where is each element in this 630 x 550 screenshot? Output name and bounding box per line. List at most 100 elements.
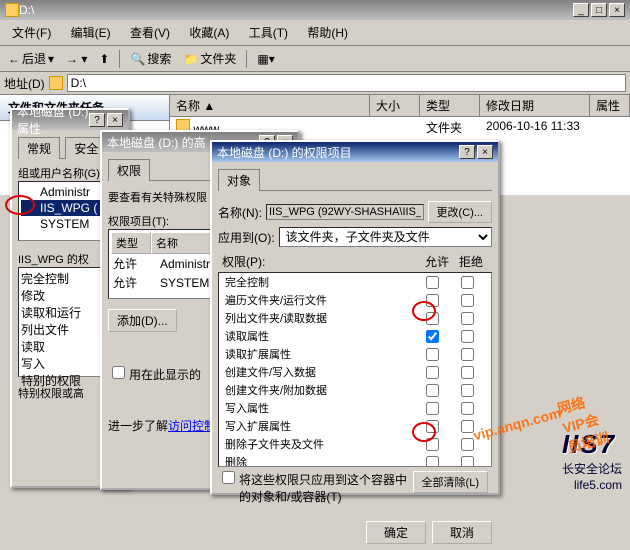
apply-container-checkbox[interactable] — [222, 471, 235, 484]
col-type[interactable]: 类型 — [420, 95, 480, 116]
menu-file[interactable]: 文件(F) — [4, 22, 59, 43]
perm-name: 创建文件/写入数据 — [225, 364, 415, 380]
perm-name: 读取属性 — [225, 328, 415, 344]
allow-checkbox[interactable] — [426, 366, 439, 379]
permission-row: 遍历文件夹/运行文件 — [219, 291, 491, 309]
menu-tools[interactable]: 工具(T) — [241, 22, 296, 43]
allow-header: 允许 — [420, 253, 454, 270]
drive-icon — [49, 76, 63, 90]
deny-checkbox[interactable] — [461, 402, 474, 415]
add-button[interactable]: 添加(D)... — [108, 309, 177, 332]
up-button[interactable]: ⬆ — [95, 50, 113, 68]
dlg1-close[interactable]: × — [107, 113, 123, 127]
allow-checkbox[interactable] — [426, 330, 439, 343]
deny-checkbox[interactable] — [461, 276, 474, 289]
perm-name: 写入扩展属性 — [225, 418, 415, 434]
permission-row: 创建文件/写入数据 — [219, 363, 491, 381]
permission-row: 列出文件夹/读取数据 — [219, 309, 491, 327]
user-icon — [23, 185, 37, 199]
inherit-checkbox[interactable] — [112, 366, 125, 379]
window-title: D:\ — [19, 3, 34, 17]
maximize-button[interactable]: □ — [591, 3, 607, 17]
deny-checkbox[interactable] — [461, 384, 474, 397]
dlg3-help[interactable]: ? — [459, 145, 475, 159]
permission-entry-dialog: 本地磁盘 (D:) 的权限项目 ?× 对象 名称(N): 更改(C)... 应用… — [210, 140, 500, 495]
drive-icon — [5, 3, 19, 17]
addressbar: 地址(D) — [0, 72, 630, 95]
permission-row: 写入属性 — [219, 399, 491, 417]
permission-row: 创建文件夹/附加数据 — [219, 381, 491, 399]
perm-name: 读取扩展属性 — [225, 346, 415, 362]
col-date[interactable]: 修改日期 — [480, 95, 590, 116]
dlg1-titlebar: 本地磁盘 (D:) 属性 ?× — [12, 110, 128, 130]
permission-row: 完全控制 — [219, 273, 491, 291]
allow-checkbox[interactable] — [426, 276, 439, 289]
deny-checkbox[interactable] — [461, 438, 474, 451]
deny-checkbox[interactable] — [461, 330, 474, 343]
col-attr[interactable]: 属性 — [590, 95, 630, 116]
menubar: 文件(F) 编辑(E) 查看(V) 收藏(A) 工具(T) 帮助(H) — [0, 20, 630, 46]
col-name[interactable]: 名称 ▲ — [170, 95, 370, 116]
perm-name: 删除子文件夹及文件 — [225, 436, 415, 452]
menu-view[interactable]: 查看(V) — [122, 22, 178, 43]
close-button[interactable]: × — [609, 3, 625, 17]
dlg3-titlebar: 本地磁盘 (D:) 的权限项目 ?× — [212, 142, 498, 162]
deny-checkbox[interactable] — [461, 456, 474, 468]
perm-name: 遍历文件夹/运行文件 — [225, 292, 415, 308]
perms-label: 权限(P): — [222, 253, 265, 270]
name-field — [266, 204, 424, 220]
permission-row: 删除子文件夹及文件 — [219, 435, 491, 453]
access-control-link[interactable]: 访问控制 — [168, 419, 216, 433]
toolbar: ← 后退 ▾ → ▾ ⬆ 🔍 搜索 📁 文件夹 ▦▾ — [0, 46, 630, 72]
deny-checkbox[interactable] — [461, 294, 474, 307]
minimize-button[interactable]: _ — [573, 3, 589, 17]
ok-button[interactable]: 确定 — [366, 521, 426, 544]
perm-name: 创建文件夹/附加数据 — [225, 382, 415, 398]
name-label: 名称(N): — [218, 204, 262, 221]
cancel-button[interactable]: 取消 — [432, 521, 492, 544]
dlg1-help[interactable]: ? — [89, 113, 105, 127]
deny-checkbox[interactable] — [461, 348, 474, 361]
clear-all-button[interactable]: 全部清除(L) — [413, 471, 488, 493]
allow-checkbox[interactable] — [426, 402, 439, 415]
explorer-titlebar: D:\ _ □ × — [0, 0, 630, 20]
allow-checkbox[interactable] — [426, 420, 439, 433]
search-button[interactable]: 🔍 搜索 — [126, 48, 175, 69]
folders-button[interactable]: 📁 文件夹 — [179, 48, 240, 69]
user-icon — [23, 217, 37, 231]
apply-label: 应用到(O): — [218, 229, 275, 246]
menu-help[interactable]: 帮助(H) — [299, 22, 356, 43]
back-button[interactable]: ← 后退 ▾ — [4, 48, 58, 69]
allow-checkbox[interactable] — [426, 348, 439, 361]
allow-checkbox[interactable] — [426, 294, 439, 307]
perm-name: 写入属性 — [225, 400, 415, 416]
forward-button[interactable]: → ▾ — [62, 50, 91, 68]
allow-checkbox[interactable] — [426, 312, 439, 325]
apply-select[interactable]: 该文件夹，子文件夹及文件 — [279, 227, 492, 247]
tab-general[interactable]: 常规 — [18, 137, 60, 159]
deny-checkbox[interactable] — [461, 366, 474, 379]
user-icon — [23, 201, 37, 215]
col-size[interactable]: 大小 — [370, 95, 420, 116]
views-button[interactable]: ▦▾ — [253, 50, 278, 68]
perm-name: 删除 — [225, 454, 415, 467]
menu-edit[interactable]: 编辑(E) — [63, 22, 119, 43]
permission-row: 读取扩展属性 — [219, 345, 491, 363]
allow-checkbox[interactable] — [426, 438, 439, 451]
menu-favorites[interactable]: 收藏(A) — [181, 22, 237, 43]
change-button[interactable]: 更改(C)... — [428, 201, 492, 223]
inherit-label: 用在此显示的 — [129, 366, 201, 383]
perm-name: 完全控制 — [225, 274, 415, 290]
address-input[interactable] — [67, 74, 626, 92]
tab-object[interactable]: 对象 — [218, 169, 260, 191]
deny-checkbox[interactable] — [461, 420, 474, 433]
permission-row: 读取属性 — [219, 327, 491, 345]
allow-checkbox[interactable] — [426, 456, 439, 468]
address-label: 地址(D) — [4, 75, 45, 92]
dlg3-close[interactable]: × — [477, 145, 493, 159]
tab-perms[interactable]: 权限 — [108, 159, 150, 181]
deny-header: 拒绝 — [454, 253, 488, 270]
allow-checkbox[interactable] — [426, 384, 439, 397]
deny-checkbox[interactable] — [461, 312, 474, 325]
permissions-list[interactable]: 完全控制遍历文件夹/运行文件列出文件夹/读取数据读取属性读取扩展属性创建文件/写… — [218, 272, 492, 467]
